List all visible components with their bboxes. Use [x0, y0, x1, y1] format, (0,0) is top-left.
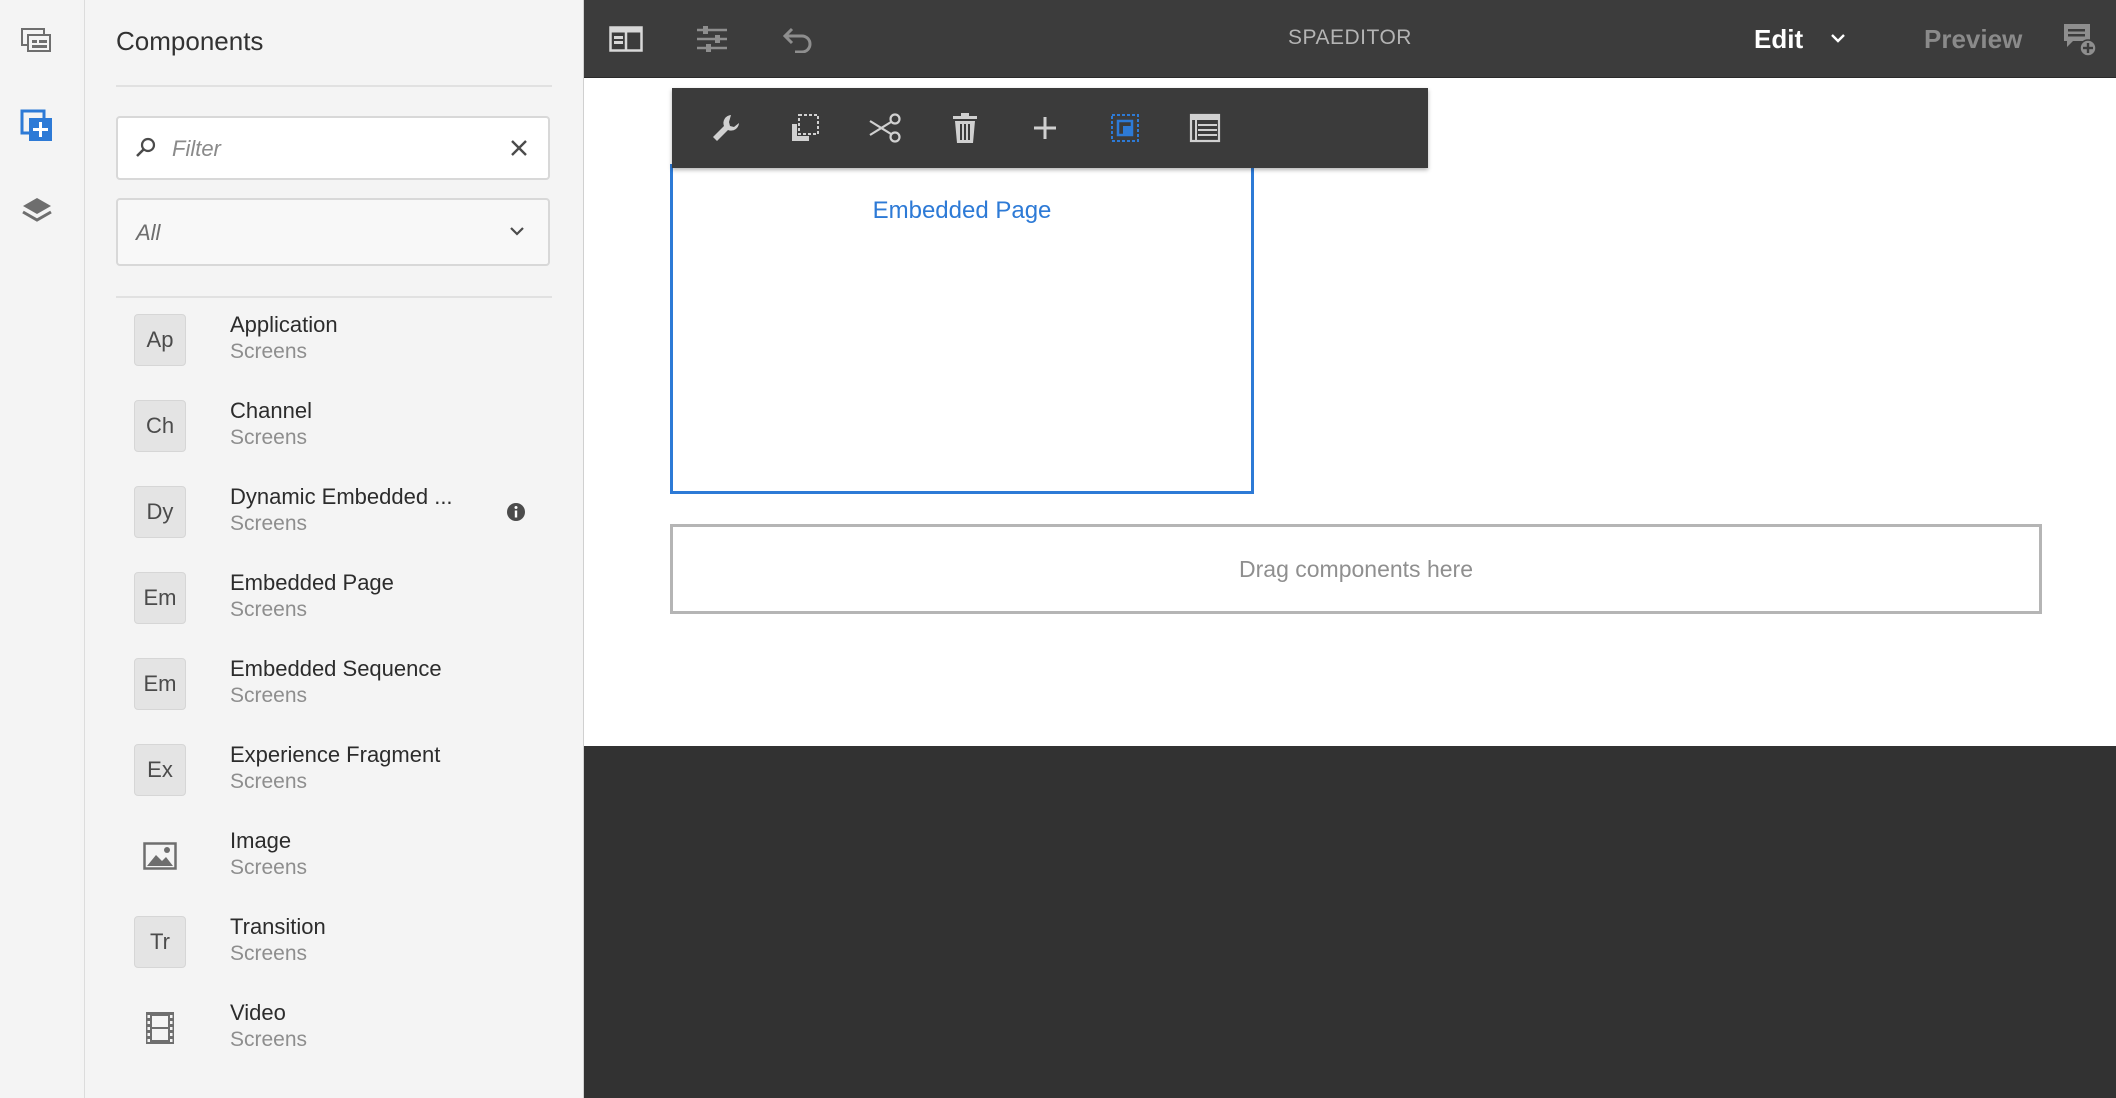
list-item[interactable]: Video Screens	[116, 986, 552, 1072]
panel-title: Components	[116, 26, 264, 56]
component-group: Screens	[230, 512, 308, 535]
component-badge: Tr	[134, 916, 186, 968]
filter-input[interactable]: Filter	[172, 136, 221, 162]
configure-icon[interactable]	[705, 108, 745, 148]
component-group: Screens	[230, 598, 308, 621]
component-group: Screens	[230, 340, 308, 363]
component-name: Transition	[230, 914, 326, 939]
component-badge: Dy	[134, 486, 186, 538]
component-name: Dynamic Embedded ...	[230, 484, 453, 509]
component-badge: Ch	[134, 400, 186, 452]
search-icon	[136, 137, 156, 157]
copy-icon[interactable]	[785, 108, 825, 148]
selected-component[interactable]: Embedded Page	[670, 164, 1254, 494]
component-name: Application	[230, 312, 338, 337]
component-badge: Ap	[134, 314, 186, 366]
component-badge: Em	[134, 658, 186, 710]
component-group: Screens	[230, 684, 308, 707]
component-name: Channel	[230, 398, 312, 423]
canvas-background	[584, 746, 2116, 1098]
filter-field[interactable]: Filter	[116, 116, 550, 180]
list-item[interactable]: Ch Channel Screens	[116, 384, 552, 470]
content-tree-icon[interactable]	[18, 193, 56, 231]
component-list: Ap Application Screens Ch Channel Screens Dy…	[116, 298, 552, 1072]
chevron-down-icon	[510, 227, 524, 236]
app-title: SPAEDITOR	[1288, 26, 1412, 49]
component-group: Screens	[230, 770, 308, 793]
component-badge: Em	[134, 572, 186, 624]
component-group: Screens	[230, 942, 308, 965]
layout-icon[interactable]	[1185, 108, 1225, 148]
group-select-value: All	[136, 220, 161, 245]
list-item[interactable]: Image Screens	[116, 814, 552, 900]
video-icon	[134, 1002, 186, 1054]
components-icon[interactable]	[18, 107, 56, 145]
component-badge: Ex	[134, 744, 186, 796]
component-name: Image	[230, 828, 292, 853]
editor-header: SPAEDITOR Edit Preview	[584, 0, 2116, 78]
mode-select[interactable]: Edit	[1754, 24, 1803, 55]
annotate-icon[interactable]	[2059, 19, 2099, 59]
assets-icon[interactable]	[18, 21, 56, 59]
info-icon[interactable]	[506, 502, 526, 522]
delete-icon[interactable]	[945, 108, 985, 148]
component-group: Screens	[230, 856, 308, 879]
component-group: Screens	[230, 1028, 308, 1051]
side-rail	[0, 0, 85, 1098]
component-name: Video	[230, 1000, 286, 1025]
insert-icon[interactable]	[1025, 108, 1065, 148]
list-item[interactable]: Em Embedded Sequence Screens	[116, 642, 552, 728]
parent-select-icon[interactable]	[1105, 108, 1145, 148]
list-item[interactable]: Tr Transition Screens	[116, 900, 552, 986]
component-group: Screens	[230, 426, 308, 449]
component-name: Experience Fragment	[230, 742, 441, 767]
close-icon[interactable]	[510, 139, 528, 157]
drop-zone-text: Drag components here	[1239, 556, 1473, 582]
selected-component-label: Embedded Page	[872, 197, 1052, 224]
list-item[interactable]: Ex Experience Fragment Screens	[116, 728, 552, 814]
chevron-down-icon[interactable]	[1829, 32, 1847, 46]
divider	[116, 85, 552, 87]
group-select[interactable]: All	[116, 198, 550, 266]
list-item[interactable]: Ap Application Screens	[116, 298, 552, 384]
drop-zone[interactable]: Drag components here	[670, 524, 2042, 614]
component-name: Embedded Page	[230, 570, 394, 595]
components-panel: Components Filter All Ap Application Scree…	[85, 0, 584, 1098]
list-item[interactable]: Dy Dynamic Embedded ... Screens	[116, 470, 552, 556]
preview-button[interactable]: Preview	[1924, 24, 2022, 55]
component-toolbar	[672, 88, 1428, 168]
list-item[interactable]: Em Embedded Page Screens	[116, 556, 552, 642]
cut-icon[interactable]	[865, 108, 905, 148]
image-icon	[134, 830, 186, 882]
component-name: Embedded Sequence	[230, 656, 442, 681]
